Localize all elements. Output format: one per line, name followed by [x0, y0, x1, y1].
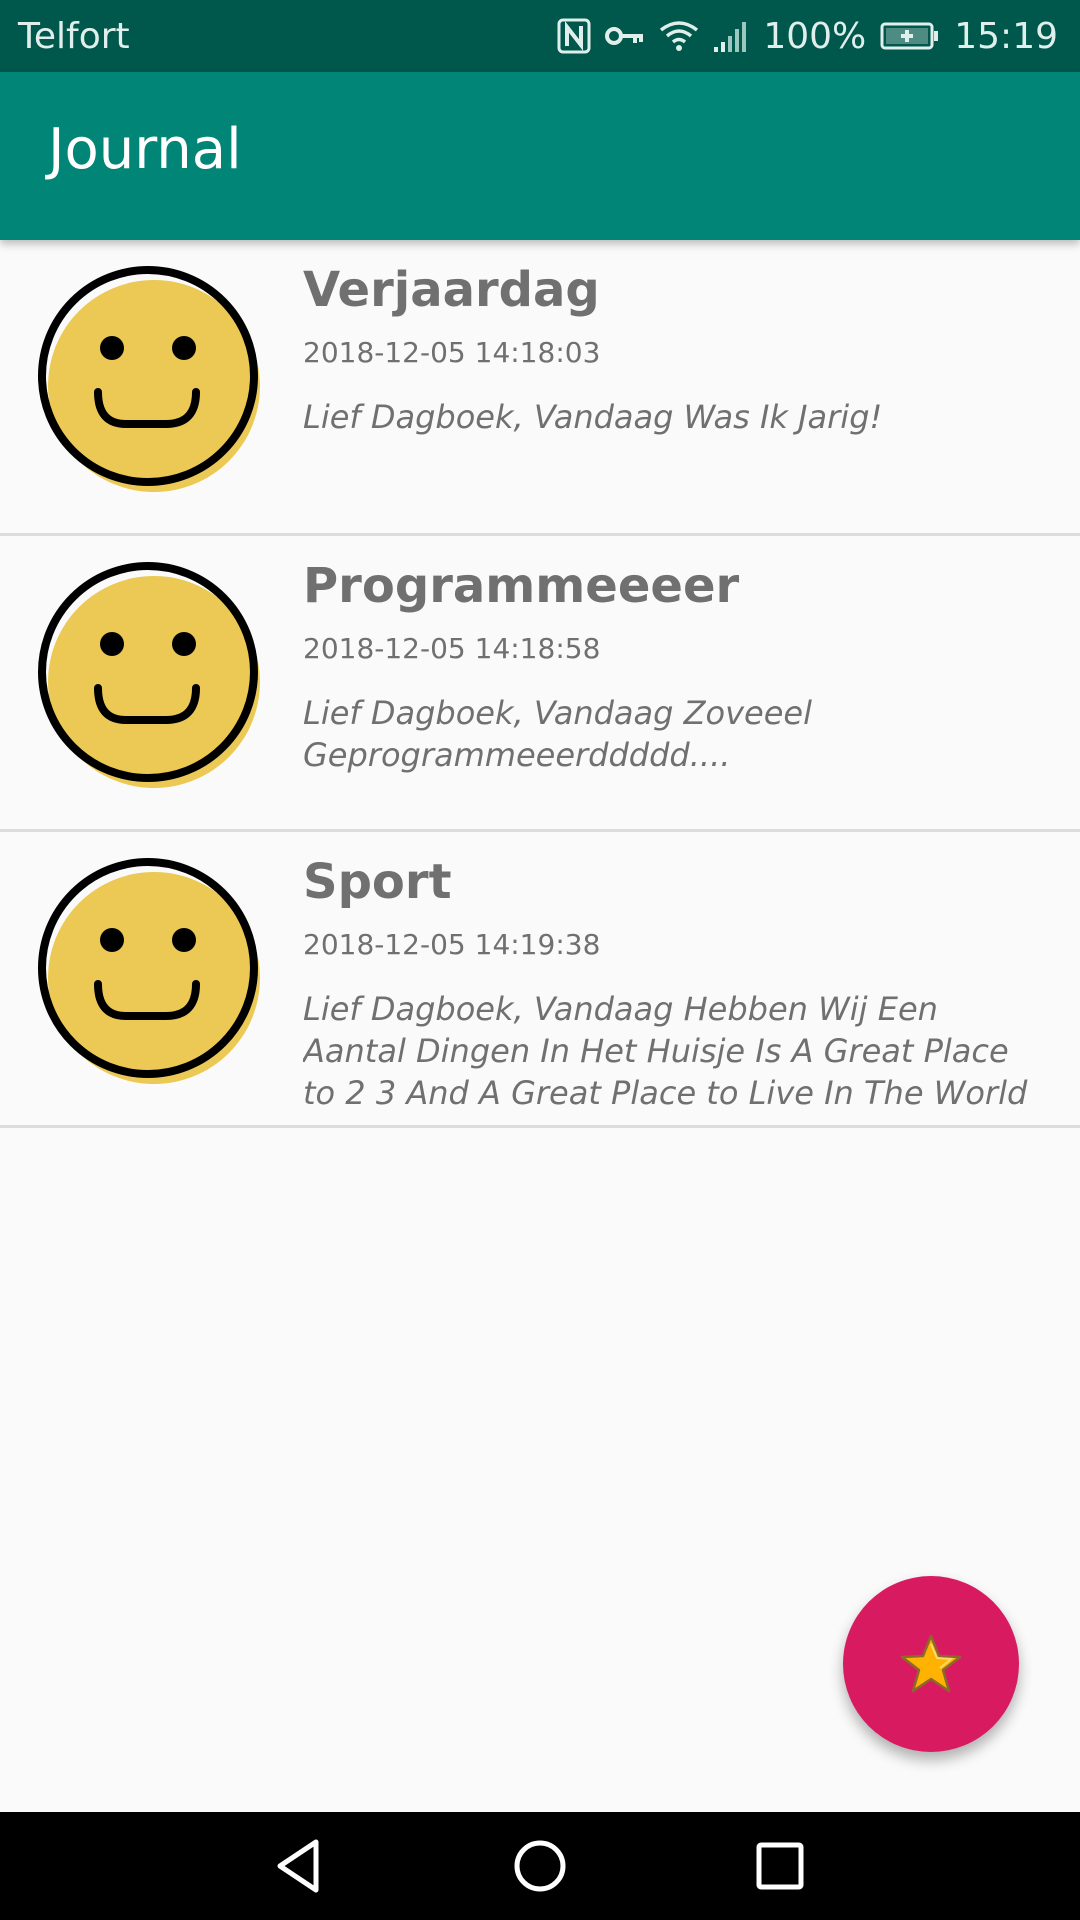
smiley-icon	[38, 562, 260, 788]
entry-title: Verjaardag	[303, 262, 600, 318]
page-title: Journal	[48, 117, 242, 182]
journal-entry-list: Verjaardag 2018-12-05 14:18:03 Lief Dagb…	[0, 240, 1080, 1128]
recents-icon[interactable]	[744, 1830, 816, 1902]
star-icon	[900, 1634, 962, 1693]
entry-title: Sport	[303, 854, 452, 910]
back-icon[interactable]	[264, 1830, 336, 1902]
carrier-name: Telfort	[18, 15, 130, 57]
smiley-icon	[38, 858, 260, 1084]
clock: 15:19	[954, 15, 1058, 57]
smiley-icon	[38, 266, 260, 492]
wifi-icon	[659, 20, 699, 52]
status-icons: 100% 15:19	[557, 16, 1058, 57]
nfc-icon	[557, 18, 591, 54]
entry-date: 2018-12-05 14:18:03	[303, 336, 601, 369]
journal-entry[interactable]: Sport 2018-12-05 14:19:38 Lief Dagboek, …	[0, 832, 1080, 1128]
battery-charging-icon	[880, 21, 940, 51]
navigation-bar	[0, 1812, 1080, 1920]
journal-entry[interactable]: Programmeeeer 2018-12-05 14:18:58 Lief D…	[0, 536, 1080, 832]
status-bar: Telfort 100% 15:19	[0, 0, 1080, 72]
home-icon[interactable]	[504, 1830, 576, 1902]
entry-content: Lief Dagboek, Vandaag Hebben Wij Een Aan…	[303, 990, 1028, 1112]
entry-content: Lief Dagboek, Vandaag Was Ik Jarig!	[303, 398, 883, 436]
entry-title: Programmeeeer	[303, 558, 740, 614]
add-entry-fab[interactable]	[843, 1576, 1019, 1752]
vpn-key-icon	[605, 24, 645, 48]
battery-percentage: 100%	[763, 15, 867, 57]
screen: Telfort 100% 15:19 Journal Verjaardag 20…	[0, 0, 1080, 1920]
entry-text: Sport 2018-12-05 14:19:38 Lief Dagboek, …	[303, 852, 1050, 1114]
entry-text: Verjaardag 2018-12-05 14:18:03 Lief Dagb…	[303, 260, 1050, 438]
journal-entry[interactable]: Verjaardag 2018-12-05 14:18:03 Lief Dagb…	[0, 240, 1080, 536]
entry-date: 2018-12-05 14:19:38	[303, 928, 601, 961]
entry-text: Programmeeeer 2018-12-05 14:18:58 Lief D…	[303, 556, 1050, 776]
signal-icon	[713, 19, 749, 53]
entry-date: 2018-12-05 14:18:58	[303, 632, 601, 665]
entry-content: Lief Dagboek, Vandaag Zoveeel Geprogramm…	[303, 694, 812, 774]
app-bar: Journal	[0, 72, 1080, 240]
